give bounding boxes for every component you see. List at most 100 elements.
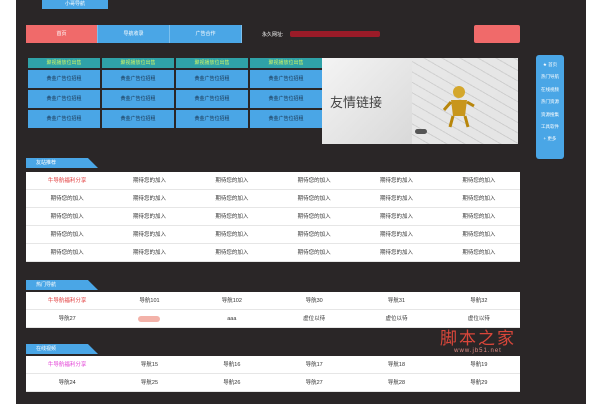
- link-cell[interactable]: 期待您的加入: [273, 190, 355, 208]
- link-cell[interactable]: 期待您的加入: [191, 190, 273, 208]
- link-cell[interactable]: 期待您的加入: [26, 244, 108, 262]
- redacted-link[interactable]: [138, 315, 161, 322]
- gold-figure-icon: [442, 86, 475, 128]
- link-cell[interactable]: 期待您的加入: [191, 172, 273, 190]
- link-cell[interactable]: 虚位以待: [273, 310, 355, 328]
- right-nav-item[interactable]: + 更多: [536, 133, 564, 145]
- top-right-badge[interactable]: [474, 25, 520, 43]
- right-nav-item[interactable]: 工具软件: [536, 121, 564, 133]
- section-hot-tab[interactable]: 热门导航: [26, 280, 98, 290]
- right-nav-item[interactable]: 资源搜集: [536, 109, 564, 121]
- link-cell[interactable]: 期待您的加入: [273, 172, 355, 190]
- ad-slot-gold[interactable]: 黄金广告位招租: [250, 90, 322, 108]
- link-cell[interactable]: 期待您的加入: [273, 208, 355, 226]
- link-cell[interactable]: 期待您的加入: [438, 172, 520, 190]
- link-cell[interactable]: 期待您的加入: [191, 208, 273, 226]
- link-cell[interactable]: 导航102: [191, 292, 273, 310]
- link-cell[interactable]: 期待您的加入: [438, 190, 520, 208]
- link-cell[interactable]: 期待您的加入: [273, 226, 355, 244]
- link-cell[interactable]: 导航24: [26, 374, 108, 392]
- ad-slot-featured[interactable]: 聚视播放位出售: [28, 58, 100, 68]
- ad-slot-featured[interactable]: 聚视播放位出售: [250, 58, 322, 68]
- ad-slot-gold[interactable]: 黄金广告位招租: [176, 110, 248, 128]
- table-row: 导航24 导航25 导航26 导航27 导航28 导航29: [26, 374, 520, 392]
- right-nav-item[interactable]: 热门导航: [536, 71, 564, 83]
- link-cell[interactable]: 期待您的加入: [438, 226, 520, 244]
- right-nav-item[interactable]: 热门资源: [536, 96, 564, 108]
- ad-slot-gold[interactable]: 黄金广告位招租: [176, 70, 248, 88]
- link-cell[interactable]: 导航31: [355, 292, 437, 310]
- site-watermark: 脚本之家 www.jb51.net: [440, 324, 516, 354]
- site-title-tab[interactable]: 小哥导航: [42, 0, 108, 9]
- link-cell[interactable]: 导航15: [108, 356, 190, 374]
- link-cell[interactable]: aaa: [191, 310, 273, 328]
- nav-ads-button[interactable]: 广告合作: [170, 25, 242, 43]
- link-cell[interactable]: 期待您的加入: [26, 226, 108, 244]
- link-cell[interactable]: 导航27: [273, 374, 355, 392]
- link-cell[interactable]: 导航32: [438, 292, 520, 310]
- link-cell[interactable]: 期待您的加入: [273, 244, 355, 262]
- link-cell[interactable]: 牛导航福利分享: [26, 292, 108, 310]
- link-cell[interactable]: [108, 310, 190, 328]
- ad-grid: 聚视播放位出售 聚视播放位出售 聚视播放位出售 聚视播放位出售 黄金广告位招租 黄金广告位…: [28, 58, 322, 128]
- link-cell[interactable]: 期待您的加入: [26, 190, 108, 208]
- link-cell[interactable]: 期待您的加入: [108, 208, 190, 226]
- ad-slot-gold[interactable]: 黄金广告位招租: [176, 90, 248, 108]
- link-cell[interactable]: 牛导航福利分享: [26, 356, 108, 374]
- ad-slot-gold[interactable]: 黄金广告位招租: [102, 70, 174, 88]
- link-cell[interactable]: 导航28: [355, 374, 437, 392]
- table-row: 牛导航福利分享 期待您的加入 期待您的加入 期待您的加入 期待您的加入 期待您的加入: [26, 172, 520, 190]
- link-cell[interactable]: 导航16: [191, 356, 273, 374]
- right-nav-item[interactable]: ★ 首页: [536, 59, 564, 71]
- permanent-url-redacted: [290, 31, 380, 37]
- link-cell[interactable]: 导航18: [355, 356, 437, 374]
- ad-slot-gold[interactable]: 黄金广告位招租: [28, 70, 100, 88]
- section-links-tab[interactable]: 友站推荐: [26, 158, 98, 168]
- table-row: 期待您的加入 期待您的加入 期待您的加入 期待您的加入 期待您的加入 期待您的加入: [26, 190, 520, 208]
- link-cell[interactable]: 期待您的加入: [438, 208, 520, 226]
- link-cell[interactable]: 虚位以待: [355, 310, 437, 328]
- link-cell[interactable]: 期待您的加入: [355, 244, 437, 262]
- link-cell[interactable]: 期待您的加入: [108, 226, 190, 244]
- ad-slot-gold[interactable]: 黄金广告位招租: [102, 110, 174, 128]
- link-cell[interactable]: 导航101: [108, 292, 190, 310]
- ad-slot-gold[interactable]: 黄金广告位招租: [28, 90, 100, 108]
- ad-slot-gold[interactable]: 黄金广告位招租: [28, 110, 100, 128]
- nav-submit-button[interactable]: 导航收录: [98, 25, 170, 43]
- link-cell[interactable]: 期待您的加入: [26, 208, 108, 226]
- link-cell[interactable]: 期待您的加入: [108, 244, 190, 262]
- permanent-url-label: 永久网址:: [262, 32, 284, 38]
- section-online-tab[interactable]: 在线视频: [26, 344, 98, 354]
- online-video-table: 牛导航福利分享 导航15 导航16 导航17 导航18 导航19 导航24 导航25 导航26 导…: [26, 356, 520, 392]
- ad-slot-gold[interactable]: 黄金广告位招租: [102, 90, 174, 108]
- link-cell[interactable]: 期待您的加入: [355, 226, 437, 244]
- link-cell[interactable]: 期待您的加入: [108, 172, 190, 190]
- right-nav-item[interactable]: 在线视频: [536, 84, 564, 96]
- link-cell[interactable]: 导航27: [26, 310, 108, 328]
- link-cell[interactable]: 导航17: [273, 356, 355, 374]
- ad-slot-gold[interactable]: 黄金广告位招租: [250, 70, 322, 88]
- link-cell[interactable]: 期待您的加入: [438, 244, 520, 262]
- ad-slot-featured[interactable]: 聚视播放位出售: [102, 58, 174, 68]
- link-cell[interactable]: 导航19: [438, 356, 520, 374]
- link-cell[interactable]: 导航26: [191, 374, 273, 392]
- link-cell[interactable]: 导航30: [273, 292, 355, 310]
- table-row: 牛导航福利分享 导航15 导航16 导航17 导航18 导航19: [26, 356, 520, 374]
- link-cell[interactable]: 牛导航福利分享: [26, 172, 108, 190]
- link-cell[interactable]: 导航29: [438, 374, 520, 392]
- ad-slot-gold[interactable]: 黄金广告位招租: [250, 110, 322, 128]
- nav-home-button[interactable]: 首页: [26, 25, 98, 43]
- banner-pager[interactable]: [415, 129, 427, 134]
- link-cell[interactable]: 期待您的加入: [355, 172, 437, 190]
- link-cell[interactable]: 期待您的加入: [355, 190, 437, 208]
- link-cell[interactable]: 期待您的加入: [191, 226, 273, 244]
- link-cell[interactable]: 期待您的加入: [355, 208, 437, 226]
- friend-links-banner[interactable]: 友情链接: [322, 58, 518, 144]
- link-cell[interactable]: 导航25: [108, 374, 190, 392]
- hot-nav-table: 牛导航福利分享 导航101 导航102 导航30 导航31 导航32 导航27 aaa 虚位以待…: [26, 292, 520, 328]
- table-row: 期待您的加入 期待您的加入 期待您的加入 期待您的加入 期待您的加入 期待您的加入: [26, 208, 520, 226]
- ad-slot-featured[interactable]: 聚视播放位出售: [176, 58, 248, 68]
- links-table: 牛导航福利分享 期待您的加入 期待您的加入 期待您的加入 期待您的加入 期待您的加入 期待您…: [26, 172, 520, 262]
- link-cell[interactable]: 期待您的加入: [191, 244, 273, 262]
- link-cell[interactable]: 期待您的加入: [108, 190, 190, 208]
